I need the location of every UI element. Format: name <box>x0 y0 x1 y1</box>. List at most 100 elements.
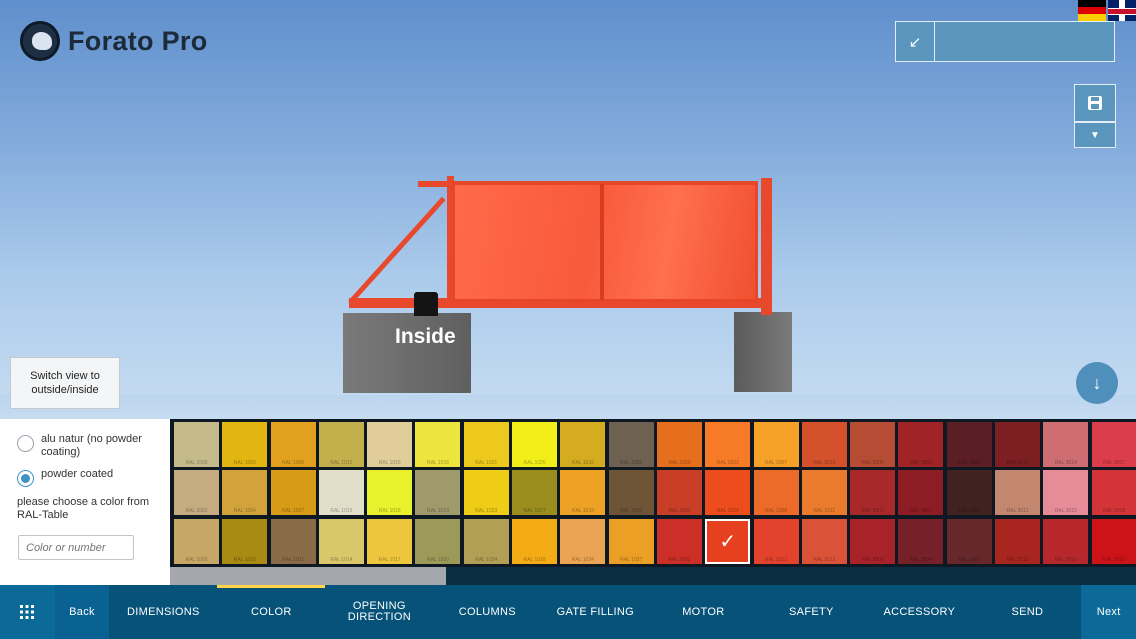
color-swatch[interactable]: RAL 3009 <box>946 518 992 564</box>
collapsed-panel[interactable]: ↙ <box>895 21 1115 62</box>
color-swatch[interactable]: RAL 1012 <box>318 422 364 467</box>
color-swatch[interactable]: RAL 1024 <box>463 518 509 564</box>
color-swatch[interactable]: RAL 3016 <box>1043 518 1089 564</box>
color-swatch[interactable]: RAL 2008 <box>753 470 799 516</box>
color-swatch[interactable]: RAL 3004 <box>898 518 944 564</box>
color-swatch[interactable]: RAL 1000 <box>174 422 219 467</box>
color-swatch[interactable]: RAL 1006 <box>270 422 316 467</box>
radio-powder-coated[interactable] <box>17 470 34 487</box>
color-swatch[interactable]: RAL 2007 <box>753 422 799 467</box>
color-swatch[interactable]: RAL 1035 <box>608 422 654 467</box>
horizontal-scrollbar[interactable] <box>170 567 1136 585</box>
color-swatch[interactable]: RAL 1014 <box>318 518 364 564</box>
color-swatch[interactable]: RAL 1001 <box>174 470 219 516</box>
color-swatch[interactable]: RAL 1033 <box>560 470 606 516</box>
color-swatch[interactable]: RAL 1019 <box>415 470 461 516</box>
color-swatch[interactable]: RAL 2013 <box>801 518 847 564</box>
color-search-input[interactable] <box>18 535 134 560</box>
swatch-code: RAL 3001 <box>861 508 884 515</box>
color-swatch[interactable]: RAL 3007 <box>946 470 992 516</box>
nav-tab-dimensions[interactable]: DIMENSIONS <box>109 585 217 639</box>
scrollbar-thumb[interactable] <box>170 567 446 585</box>
color-swatch[interactable]: RAL 3005 <box>946 422 992 467</box>
color-swatch[interactable]: RAL 2004 <box>705 470 751 516</box>
color-swatch[interactable]: RAL 3018 <box>1091 470 1136 516</box>
nav-tab-gate-filling[interactable]: GATE FILLING <box>541 585 649 639</box>
inside-label: Inside <box>395 325 456 348</box>
save-button[interactable] <box>1074 84 1116 122</box>
color-swatch[interactable]: RAL 3013 <box>995 518 1041 564</box>
color-swatch[interactable]: RAL 1023 <box>463 470 509 516</box>
swatch-code: RAL 1032 <box>571 460 594 466</box>
color-swatch[interactable]: RAL 1016 <box>415 422 461 467</box>
color-swatch[interactable]: RAL 3002 <box>898 422 944 467</box>
color-swatch[interactable]: RAL 1037 <box>608 518 654 564</box>
color-swatch[interactable]: RAL 3011 <box>995 422 1041 467</box>
color-swatch[interactable]: RAL 3000 <box>850 422 896 467</box>
swatch-code: RAL 1005 <box>233 556 256 563</box>
option-powder-coated[interactable]: powder coated <box>17 468 170 487</box>
color-swatch[interactable]: RAL 1018 <box>367 470 413 516</box>
swatch-code: RAL 3003 <box>909 508 932 515</box>
color-swatch[interactable]: RAL 1005 <box>222 518 268 564</box>
3d-viewport[interactable]: Inside Forato Pro ↙ ▼ ↓ Switch view to o… <box>0 0 1136 420</box>
option-alu-natur-label: alu natur (no powder coating) <box>41 433 142 458</box>
color-swatch[interactable]: RAL 1027 <box>512 470 558 516</box>
nav-tab-send[interactable]: SEND <box>973 585 1081 639</box>
menu-grid-button[interactable] <box>0 585 55 639</box>
color-swatch[interactable]: ✓ <box>705 518 751 564</box>
color-swatch[interactable]: RAL 2003 <box>705 422 751 467</box>
nav-tab-columns[interactable]: COLUMNS <box>433 585 541 639</box>
nav-tab-safety[interactable]: SAFETY <box>757 585 865 639</box>
color-swatch[interactable]: RAL 1015 <box>367 422 413 467</box>
color-swatch[interactable]: RAL 2011 <box>801 470 847 516</box>
color-swatch[interactable]: RAL 1020 <box>415 518 461 564</box>
color-swatch[interactable]: RAL 3012 <box>995 470 1041 516</box>
ral-color-grid: RAL 1000 RAL 1003 RAL 1006 RAL 1012 RAL 1015… <box>170 419 1136 567</box>
next-button[interactable]: Next <box>1081 585 1136 639</box>
color-swatch[interactable]: RAL 1013 <box>318 470 364 516</box>
nav-tab-motor[interactable]: MOTOR <box>649 585 757 639</box>
color-swatch[interactable]: RAL 1003 <box>222 422 268 467</box>
color-swatch[interactable]: RAL 3015 <box>1043 470 1089 516</box>
color-swatch[interactable]: RAL 1007 <box>270 470 316 516</box>
nav-tab-opening-direction[interactable]: OPENING DIRECTION <box>325 585 433 639</box>
back-button[interactable]: Back <box>54 585 110 639</box>
color-swatch[interactable]: RAL 1032 <box>560 422 606 467</box>
color-swatch[interactable]: RAL 1026 <box>512 422 558 467</box>
color-swatch[interactable]: RAL 1011 <box>270 518 316 564</box>
color-swatch[interactable]: RAL 2001 <box>656 470 702 516</box>
color-swatch[interactable]: RAL 1036 <box>608 470 654 516</box>
color-swatch[interactable]: RAL 3020 <box>1091 518 1136 564</box>
option-alu-natur[interactable]: alu natur (no powder coating) <box>17 433 170 459</box>
color-swatch[interactable]: RAL 3014 <box>1043 422 1089 467</box>
color-swatch[interactable]: RAL 3017 <box>1091 422 1136 467</box>
color-swatch[interactable]: RAL 1021 <box>463 422 509 467</box>
color-swatch[interactable]: RAL 2012 <box>753 518 799 564</box>
color-swatch[interactable]: RAL 1004 <box>222 470 268 516</box>
color-swatch[interactable]: RAL 3001 <box>850 470 896 516</box>
nav-tab-color[interactable]: COLOR <box>217 585 326 639</box>
color-swatch[interactable]: RAL 3003 <box>898 470 944 516</box>
color-swatch[interactable]: RAL 1002 <box>174 518 219 564</box>
german-flag-icon[interactable] <box>1078 0 1106 21</box>
swatch-code: RAL 1018 <box>378 508 401 515</box>
uk-flag-icon[interactable] <box>1108 0 1136 21</box>
swatch-code: RAL 1001 <box>185 508 208 515</box>
swatch-code: RAL 1028 <box>523 556 546 563</box>
radio-alu-natur[interactable] <box>17 435 34 452</box>
save-dropdown-button[interactable]: ▼ <box>1074 122 1116 148</box>
color-swatch[interactable]: RAL 3000 <box>850 518 896 564</box>
swatch-code: RAL 3005 <box>958 460 981 466</box>
swatch-code: RAL 2013 <box>813 556 836 563</box>
color-swatch[interactable]: RAL 2000 <box>656 422 702 467</box>
color-swatch[interactable]: RAL 2002 <box>656 518 702 564</box>
color-swatch[interactable]: RAL 1017 <box>367 518 413 564</box>
switch-view-button[interactable]: Switch view to outside/inside <box>10 357 120 409</box>
nav-tab-accessory[interactable]: ACCESSORY <box>865 585 973 639</box>
color-swatch[interactable]: RAL 1028 <box>512 518 558 564</box>
arrow-down-left-icon[interactable]: ↙ <box>896 22 935 61</box>
scroll-down-button[interactable]: ↓ <box>1076 362 1118 404</box>
color-swatch[interactable]: RAL 1034 <box>560 518 606 564</box>
color-swatch[interactable]: RAL 2010 <box>801 422 847 467</box>
